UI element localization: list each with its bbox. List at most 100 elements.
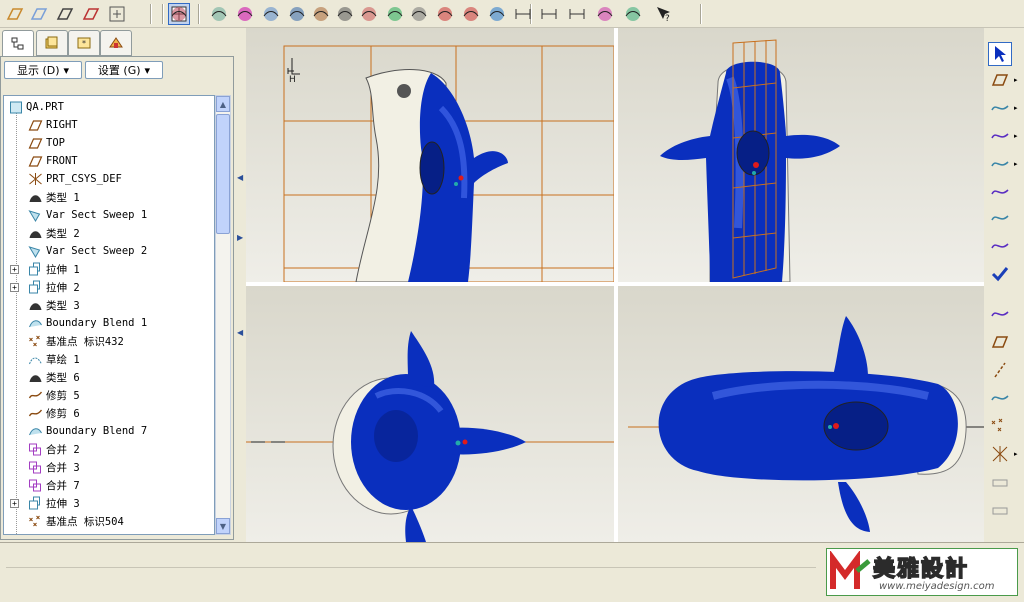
flyout-arrow-icon[interactable]: ▸ <box>1014 132 1018 140</box>
datum-axis-display-button[interactable] <box>28 3 50 25</box>
flyout-arrow-icon[interactable]: ▸ <box>1014 76 1018 84</box>
tree-item[interactable]: + 拉伸 3 <box>4 494 214 512</box>
tree-item[interactable]: Boundary Blend 1 <box>4 314 214 332</box>
tab-folder-browser[interactable] <box>36 30 68 56</box>
message-divider <box>6 567 816 568</box>
tree-item[interactable]: Var Sect Sweep 1 <box>4 206 214 224</box>
color-analysis-button[interactable] <box>622 3 644 25</box>
viewport-iso[interactable] <box>618 286 984 542</box>
csys-display-button[interactable] <box>80 3 102 25</box>
offset-analysis-button[interactable] <box>234 3 256 25</box>
graphics-window[interactable]: H <box>246 28 984 542</box>
tree-item[interactable]: 草绘 2 <box>4 530 214 535</box>
tree-item[interactable]: 类型 1 <box>4 188 214 206</box>
saved-analysis-button[interactable] <box>408 3 430 25</box>
connect-analysis-button[interactable] <box>486 3 508 25</box>
tree-item[interactable]: Var Sect Sweep 2 <box>4 242 214 260</box>
datum-point-display-button[interactable] <box>54 3 76 25</box>
tree-item[interactable]: + 拉伸 1 <box>4 260 214 278</box>
flatten-tool[interactable] <box>988 234 1012 258</box>
expand-icon[interactable]: + <box>10 498 19 508</box>
tree-item[interactable]: 基准点 标识432 <box>4 332 214 350</box>
done-check-tool[interactable] <box>988 262 1012 286</box>
expand-right-icon[interactable]: ▶ <box>237 233 243 242</box>
datum-plane-icon <box>28 156 43 167</box>
curvature-display-button[interactable] <box>594 3 616 25</box>
tree-item[interactable]: QA.PRT <box>4 98 214 116</box>
viewport-side[interactable]: H <box>246 28 614 282</box>
tree-item[interactable]: TOP <box>4 134 214 152</box>
svg-text:*: * <box>82 39 86 48</box>
expand-icon[interactable]: + <box>10 282 19 292</box>
tree-item[interactable]: RIGHT <box>4 116 214 134</box>
offset-tool[interactable] <box>988 206 1012 230</box>
curvature-analysis-button[interactable] <box>168 3 190 25</box>
draft-analysis-button[interactable] <box>286 3 308 25</box>
display-dropdown-label: 显示 (D) <box>16 64 60 77</box>
select-arrow-tool[interactable] <box>988 42 1012 66</box>
hide-analysis-button[interactable] <box>434 3 456 25</box>
tree-item[interactable]: PRT_CSYS_DEF <box>4 170 214 188</box>
collapse-left-icon[interactable]: ◀ <box>237 173 243 182</box>
sketch-curve-tool[interactable] <box>988 124 1012 148</box>
navigator-tabs: * <box>0 30 234 57</box>
surface-tool[interactable] <box>988 152 1012 176</box>
deviation-analysis-button[interactable] <box>260 3 282 25</box>
context-help-button[interactable]: ? <box>652 3 674 25</box>
tree-item[interactable]: 草绘 1 <box>4 350 214 368</box>
settings-dropdown[interactable]: 设置 (G) ▾ <box>85 61 163 79</box>
point-grid-tool[interactable] <box>988 470 1012 494</box>
datum-plane-display-button[interactable] <box>4 3 26 25</box>
scroll-thumb[interactable] <box>216 114 230 234</box>
boundary-surface-tool[interactable] <box>988 180 1012 204</box>
datum-axis-dim-tool[interactable] <box>988 498 1012 522</box>
measure-angle-button[interactable] <box>566 3 588 25</box>
datum-curve-tool[interactable] <box>988 302 1012 326</box>
scroll-up-icon[interactable]: ▲ <box>216 96 230 112</box>
tree-item[interactable]: 类型 6 <box>4 368 214 386</box>
tree-item[interactable]: 修剪 6 <box>4 404 214 422</box>
csys-tool[interactable] <box>988 442 1012 466</box>
flyout-arrow-icon[interactable]: ▸ <box>1014 104 1018 112</box>
viewport-top[interactable] <box>246 286 614 542</box>
tree-item[interactable]: FRONT <box>4 152 214 170</box>
tree-item[interactable]: 合并 7 <box>4 476 214 494</box>
datum-plane-icon <box>28 138 43 149</box>
tree-item[interactable]: 修剪 5 <box>4 386 214 404</box>
shade-analysis-button[interactable] <box>384 3 406 25</box>
remove-analysis-button[interactable] <box>460 3 482 25</box>
tree-item[interactable]: 类型 3 <box>4 296 214 314</box>
tab-connections[interactable] <box>100 30 132 56</box>
tree-item[interactable]: + 拉伸 2 <box>4 278 214 296</box>
measure-length-button[interactable] <box>512 3 534 25</box>
viewport-front[interactable] <box>618 28 984 282</box>
datum-curve-free-tool[interactable] <box>988 386 1012 410</box>
tree-item[interactable]: 基准点 标识504 <box>4 512 214 530</box>
section-analysis-button[interactable] <box>208 3 230 25</box>
curve-tool[interactable] <box>988 96 1012 120</box>
datum-plane-tool[interactable] <box>988 330 1012 354</box>
measure-distance-button[interactable] <box>538 3 560 25</box>
tree-item[interactable]: Boundary Blend 7 <box>4 422 214 440</box>
tab-favorites[interactable]: * <box>68 30 100 56</box>
tree-item[interactable]: 合并 3 <box>4 458 214 476</box>
scroll-down-icon[interactable]: ▼ <box>216 518 230 534</box>
flyout-arrow-icon[interactable]: ▸ <box>1014 160 1018 168</box>
tree-item[interactable]: 类型 2 <box>4 224 214 242</box>
display-dropdown[interactable]: 显示 (D) ▾ <box>4 61 82 79</box>
tab-model-tree[interactable] <box>2 30 34 57</box>
flyout-arrow-icon[interactable]: ▸ <box>1014 450 1018 458</box>
reflection-analysis-button[interactable] <box>358 3 380 25</box>
expand-icon[interactable]: + <box>10 264 19 274</box>
tree-scrollbar[interactable]: ▲ ▼ <box>215 95 231 535</box>
tree-item[interactable]: 合并 2 <box>4 440 214 458</box>
panel-splitter[interactable]: ◀ ▶ ◀ <box>236 28 246 542</box>
plane-tool[interactable] <box>988 68 1012 92</box>
slope-analysis-button[interactable] <box>310 3 332 25</box>
dihedral-analysis-button[interactable] <box>334 3 356 25</box>
spin-center-button[interactable] <box>106 3 128 25</box>
datum-point-icon <box>29 335 40 347</box>
collapse-left-icon[interactable]: ◀ <box>237 328 243 337</box>
datum-point-tool[interactable] <box>988 414 1012 438</box>
datum-axis-tool[interactable] <box>988 358 1012 382</box>
